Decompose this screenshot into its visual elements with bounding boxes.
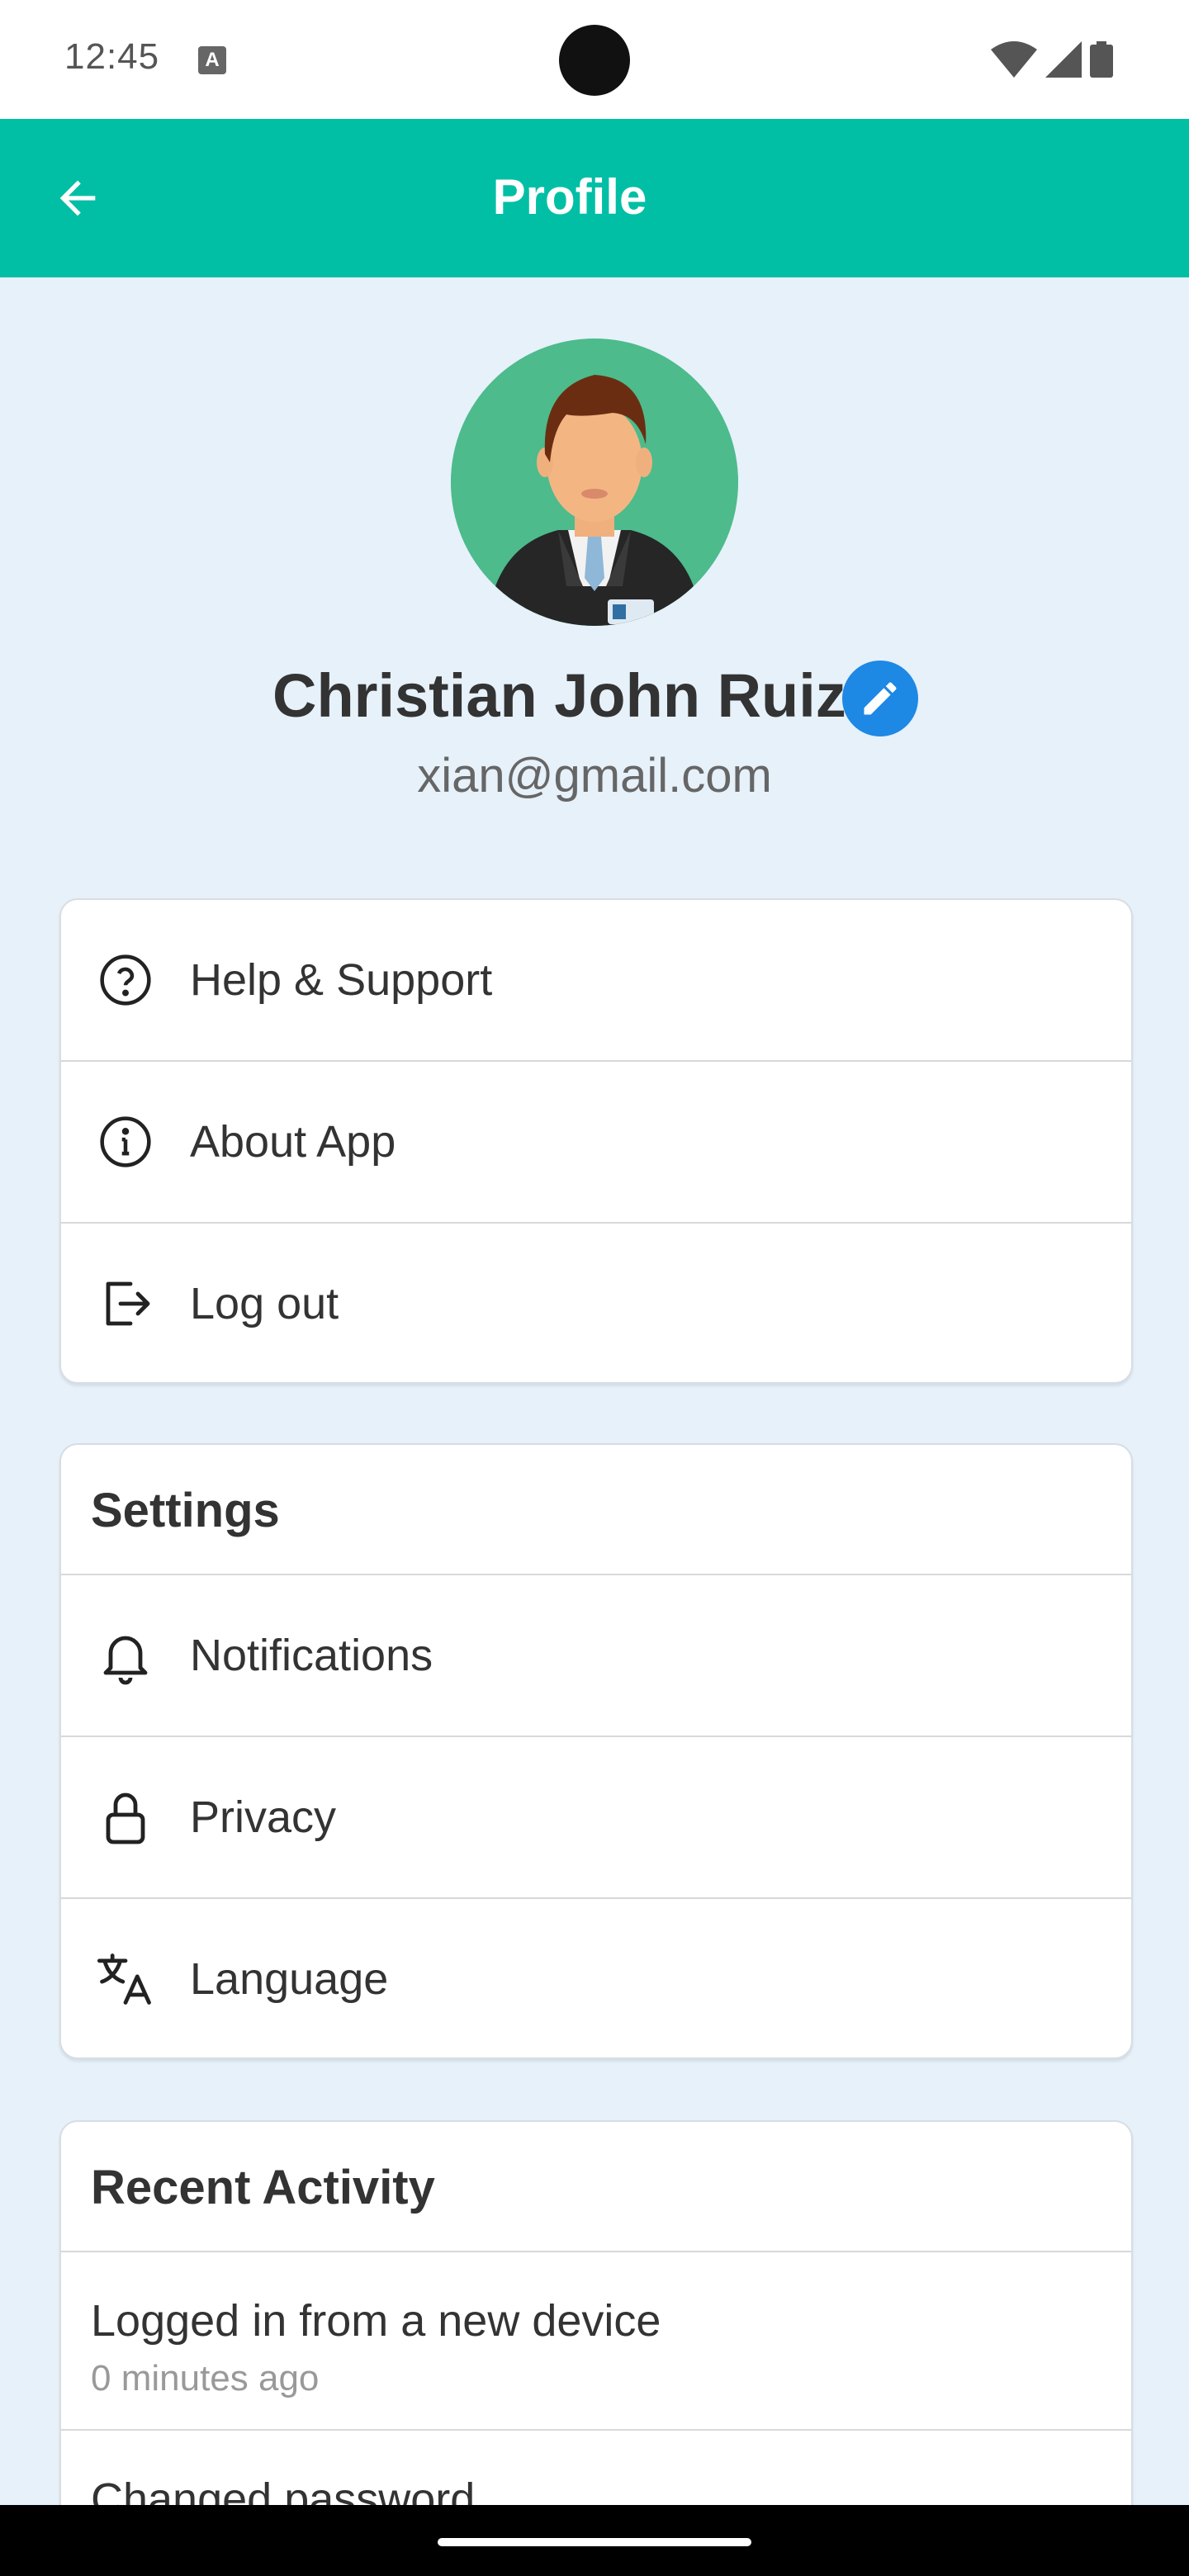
translate-icon <box>92 1946 159 2012</box>
activity-item[interactable]: Logged in from a new device 0 minutes ag… <box>61 2252 1131 2431</box>
settings-item-label: Notifications <box>190 1631 433 1680</box>
wifi-icon <box>991 41 1037 78</box>
info-circle-icon <box>92 1109 159 1175</box>
menu-item-help-support[interactable]: Help & Support <box>61 900 1131 1062</box>
menu-item-label: Help & Support <box>190 955 493 1005</box>
activity-title: Logged in from a new device <box>91 2296 661 2346</box>
battery-icon <box>1090 41 1113 78</box>
settings-item-language[interactable]: Language <box>61 1899 1131 2057</box>
recent-activity-header: Recent Activity <box>61 2122 1131 2252</box>
font-a-icon: A <box>198 46 226 74</box>
menu-item-label: About App <box>190 1117 396 1167</box>
app-bar: Profile <box>0 119 1189 277</box>
status-bar: 12:45 A <box>0 0 1189 119</box>
settings-header: Settings <box>61 1445 1131 1575</box>
profile-email: xian@gmail.com <box>417 749 772 803</box>
settings-item-label: Language <box>190 1954 389 2004</box>
businessman-avatar <box>451 339 738 626</box>
settings-card: Settings Notifications Privacy Language <box>59 1443 1133 2059</box>
menu-item-label: Log out <box>190 1279 339 1328</box>
avatar[interactable] <box>451 339 738 626</box>
bell-icon <box>92 1622 159 1688</box>
settings-item-notifications[interactable]: Notifications <box>61 1575 1131 1737</box>
settings-item-privacy[interactable]: Privacy <box>61 1737 1131 1899</box>
status-icons <box>991 40 1113 79</box>
home-gesture-handle[interactable] <box>438 2538 751 2546</box>
menu-item-log-out[interactable]: Log out <box>61 1224 1131 1382</box>
lock-icon <box>92 1784 159 1850</box>
system-nav-bar <box>0 2505 1189 2576</box>
camera-cutout <box>559 25 630 96</box>
profile-name: Christian John Ruiz <box>272 661 846 730</box>
settings-title: Settings <box>91 1484 280 1537</box>
settings-item-label: Privacy <box>190 1792 337 1842</box>
menu-card: Help & Support About App Log out <box>59 898 1133 1384</box>
help-circle-icon <box>92 947 159 1013</box>
menu-item-about-app[interactable]: About App <box>61 1062 1131 1224</box>
recent-activity-title: Recent Activity <box>91 2161 435 2214</box>
logout-icon <box>92 1271 159 1337</box>
status-time: 12:45 <box>64 36 160 77</box>
page-title: Profile <box>492 169 647 225</box>
recent-activity-card: Recent Activity Logged in from a new dev… <box>59 2120 1133 2553</box>
activity-time: 0 minutes ago <box>91 2358 320 2398</box>
signal-icon <box>1045 41 1082 78</box>
edit-profile-button[interactable] <box>842 661 918 736</box>
pencil-icon <box>864 682 897 715</box>
